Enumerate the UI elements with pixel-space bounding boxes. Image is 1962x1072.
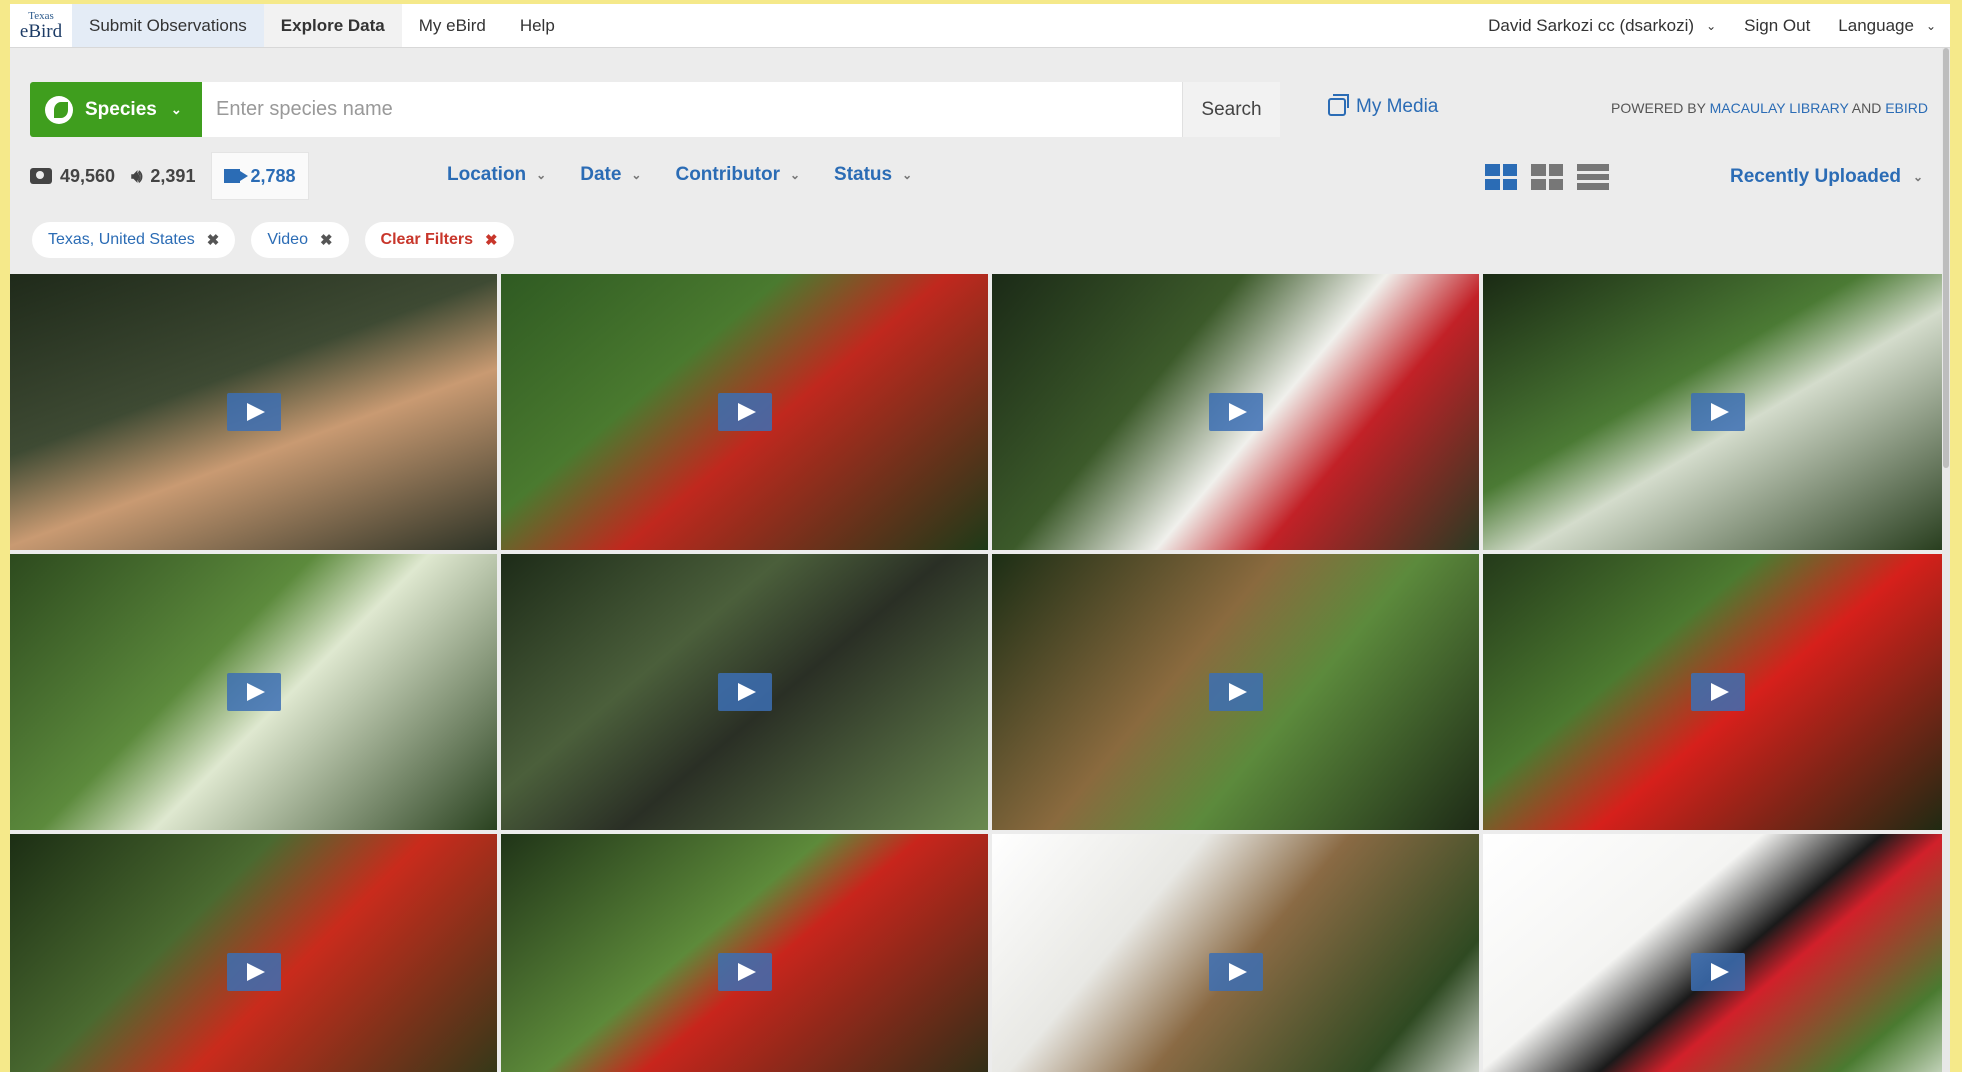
play-icon[interactable] — [1208, 953, 1263, 991]
camera-icon — [30, 168, 52, 184]
location-filter-label: Location — [447, 164, 527, 185]
play-icon[interactable] — [226, 673, 281, 711]
status-filter[interactable]: Status ⌄ — [834, 164, 912, 186]
play-icon[interactable] — [226, 393, 281, 431]
play-icon[interactable] — [1208, 393, 1263, 431]
play-icon[interactable] — [1208, 673, 1263, 711]
ebird-link[interactable]: EBIRD — [1885, 100, 1928, 116]
video-camera-icon — [224, 169, 249, 183]
video-count: 2,788 — [250, 165, 296, 186]
chevron-down-icon: ⌄ — [1925, 18, 1936, 33]
my-media-label: My Media — [1356, 96, 1439, 117]
texas-ebird-logo[interactable]: Texas eBird — [10, 4, 72, 47]
contributor-filter[interactable]: Contributor ⌄ — [675, 164, 800, 186]
species-leaf-icon — [45, 95, 73, 124]
sign-out-link[interactable]: Sign Out — [1730, 4, 1824, 47]
page-scrollbar[interactable] — [1942, 48, 1950, 1072]
contributor-filter-label: Contributor — [675, 164, 780, 185]
play-icon[interactable] — [717, 953, 772, 991]
media-tile[interactable] — [1483, 554, 1950, 830]
app-window: Texas eBird Submit Observations Explore … — [10, 4, 1950, 1072]
language-label: Language — [1838, 15, 1914, 35]
media-type-chip[interactable]: Video ✖ — [251, 222, 349, 258]
media-tile[interactable] — [501, 274, 988, 550]
play-icon[interactable] — [717, 393, 772, 431]
media-tile[interactable] — [501, 834, 988, 1072]
audio-count-tab[interactable]: 🔊︎ 2,391 — [131, 166, 195, 187]
species-search-input[interactable] — [202, 82, 1182, 137]
play-icon[interactable] — [1691, 953, 1745, 991]
nav-my-ebird[interactable]: My eBird — [402, 4, 503, 47]
nav-submit-observations[interactable]: Submit Observations — [72, 4, 264, 47]
nav-explore-data[interactable]: Explore Data — [263, 4, 402, 47]
media-tile[interactable] — [10, 834, 497, 1072]
logo-brand: eBird — [19, 20, 63, 42]
list-view-icon[interactable] — [1577, 164, 1609, 190]
media-type-chip-label: Video — [267, 231, 308, 248]
date-filter-label: Date — [580, 164, 622, 185]
nav-help[interactable]: Help — [503, 4, 572, 47]
media-tile[interactable] — [501, 554, 988, 830]
close-icon[interactable]: ✖ — [320, 231, 333, 249]
species-mode-label: Species — [85, 98, 157, 120]
top-nav: Texas eBird Submit Observations Explore … — [10, 4, 1950, 48]
location-chip-label: Texas, United States — [48, 231, 195, 248]
media-tile[interactable] — [1483, 274, 1950, 550]
sort-label: Recently Uploaded — [1730, 166, 1902, 187]
powered-and: AND — [1851, 100, 1882, 116]
chevron-down-icon: ⌄ — [902, 168, 913, 182]
chevron-down-icon: ⌄ — [789, 168, 801, 182]
macaulay-library-link[interactable]: MACAULAY LIBRARY — [1710, 100, 1849, 116]
search-bar: Species ⌄ Search — [30, 82, 1280, 137]
location-chip[interactable]: Texas, United States ✖ — [32, 222, 236, 258]
play-icon[interactable] — [226, 953, 281, 991]
user-name: David Sarkozi cc (dsarkozi) — [1488, 15, 1695, 35]
photo-count: 49,560 — [60, 165, 116, 186]
powered-by: POWERED BY MACAULAY LIBRARY AND EBIRD — [1611, 100, 1928, 116]
sort-dropdown[interactable]: Recently Uploaded ⌄ — [1730, 166, 1923, 188]
my-media-link[interactable]: My Media — [1328, 94, 1439, 118]
chevron-down-icon: ⌄ — [631, 168, 642, 182]
filter-dropdowns: Location ⌄ Date ⌄ Contributor ⌄ Status ⌄ — [447, 164, 946, 186]
media-tile[interactable] — [10, 554, 497, 830]
clear-filters-button[interactable]: Clear Filters ✖ — [364, 222, 514, 258]
large-grid-view-icon[interactable] — [1485, 164, 1517, 190]
clear-filters-label: Clear Filters — [380, 231, 474, 248]
play-icon[interactable] — [1691, 673, 1745, 711]
chevron-down-icon: ⌄ — [170, 101, 182, 117]
status-filter-label: Status — [834, 164, 893, 185]
small-grid-view-icon[interactable] — [1531, 164, 1563, 190]
view-mode-switcher — [1485, 164, 1623, 190]
scrollbar-thumb[interactable] — [1943, 48, 1949, 468]
search-button[interactable]: Search — [1182, 82, 1280, 137]
media-tile[interactable] — [992, 554, 1479, 830]
chevron-down-icon: ⌄ — [1913, 170, 1924, 184]
media-tile[interactable] — [992, 834, 1479, 1072]
media-stack-icon — [1328, 94, 1349, 116]
species-mode-dropdown[interactable]: Species ⌄ — [30, 82, 202, 137]
play-icon[interactable] — [1691, 393, 1745, 431]
location-filter[interactable]: Location ⌄ — [447, 164, 546, 186]
language-menu[interactable]: Language ⌄ — [1824, 4, 1950, 47]
chevron-down-icon: ⌄ — [536, 168, 547, 182]
powered-prefix: POWERED BY — [1611, 100, 1706, 116]
photo-count-tab[interactable]: 49,560 — [30, 166, 115, 187]
media-tile[interactable] — [992, 274, 1479, 550]
media-tile[interactable] — [1483, 834, 1950, 1072]
chevron-down-icon: ⌄ — [1706, 18, 1717, 33]
user-menu[interactable]: David Sarkozi cc (dsarkozi) ⌄ — [1474, 4, 1730, 47]
video-count-tab[interactable]: 2,788 — [211, 152, 309, 200]
play-icon[interactable] — [717, 673, 772, 711]
close-icon: ✖ — [485, 232, 498, 249]
media-type-counts: 49,560 🔊︎ 2,391 2,788 — [30, 152, 325, 200]
media-tile[interactable] — [10, 274, 497, 550]
close-icon[interactable]: ✖ — [207, 231, 220, 249]
speaker-icon: 🔊︎ — [131, 165, 143, 186]
audio-count: 2,391 — [150, 165, 196, 186]
date-filter[interactable]: Date ⌄ — [580, 164, 641, 186]
media-grid — [10, 274, 1950, 1072]
active-filter-chips: Texas, United States ✖ Video ✖ Clear Fil… — [32, 222, 530, 258]
logo-state: Texas — [28, 9, 54, 22]
